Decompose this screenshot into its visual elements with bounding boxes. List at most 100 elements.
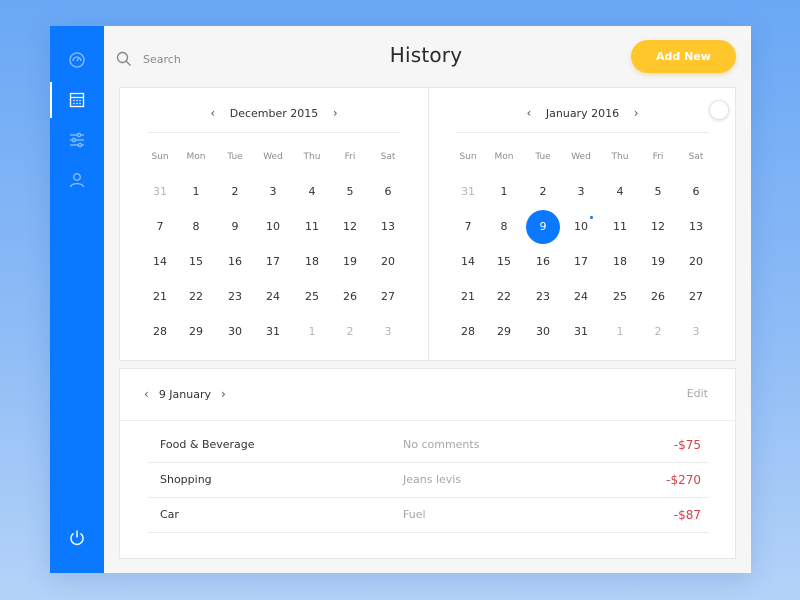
calendar-day[interactable]: 5 [333, 175, 367, 209]
calendar-day[interactable]: 16 [218, 245, 252, 279]
calendar-day[interactable]: 2 [641, 315, 675, 349]
calendar-day[interactable]: 18 [295, 245, 329, 279]
calendar-day[interactable]: 28 [143, 315, 177, 349]
transaction-note: No comments [403, 438, 480, 451]
calendar-day[interactable]: 8 [179, 210, 213, 244]
calendar-day[interactable]: 21 [143, 280, 177, 314]
calendar-day[interactable]: 26 [641, 280, 675, 314]
calendar-day[interactable]: 31 [256, 315, 290, 349]
calendar-day[interactable]: 11 [603, 210, 637, 244]
weekday-label: Wed [571, 152, 591, 162]
prev-month-button[interactable]: ‹ [522, 106, 536, 120]
next-month-button[interactable]: › [328, 106, 342, 120]
calendar-panel: ‹ December 2015 › Sun Mon Tue Wed Thu Fri Sat 3… [119, 87, 736, 361]
calendar-day[interactable]: 4 [295, 175, 329, 209]
search-input[interactable] [143, 52, 263, 66]
weekday-label: Sun [459, 152, 477, 162]
calendar-day[interactable]: 25 [295, 280, 329, 314]
calendar-day[interactable]: 14 [143, 245, 177, 279]
calendar-day[interactable]: 24 [564, 280, 598, 314]
power-button[interactable] [50, 520, 104, 556]
weekday-label: Sat [380, 152, 396, 162]
prev-day-button[interactable]: ‹ [144, 387, 149, 401]
calendar-day[interactable]: 13 [371, 210, 405, 244]
calendar-day[interactable]: 23 [526, 280, 560, 314]
sidebar-item-calculator[interactable] [50, 82, 104, 118]
calendar-day[interactable]: 20 [679, 245, 713, 279]
calendar-day[interactable]: 29 [487, 315, 521, 349]
calendar-day[interactable]: 26 [333, 280, 367, 314]
calendar-day[interactable]: 2 [333, 315, 367, 349]
calendar-day[interactable]: 4 [603, 175, 637, 209]
calendar-day[interactable]: 11 [295, 210, 329, 244]
calendar-day[interactable]: 19 [333, 245, 367, 279]
calendar-day[interactable]: 24 [256, 280, 290, 314]
calendar-day[interactable]: 19 [641, 245, 675, 279]
calendar-day[interactable]: 10 [564, 210, 598, 244]
calendar-day[interactable]: 7 [451, 210, 485, 244]
calendar-day[interactable]: 7 [143, 210, 177, 244]
next-day-button[interactable]: › [221, 387, 226, 401]
calendar-day[interactable]: 30 [218, 315, 252, 349]
calendar-day[interactable]: 8 [487, 210, 521, 244]
calendar-day[interactable]: 12 [333, 210, 367, 244]
calendar-day[interactable]: 20 [371, 245, 405, 279]
calendar-day[interactable]: 18 [603, 245, 637, 279]
calendar-day[interactable]: 22 [487, 280, 521, 314]
calendar-day[interactable]: 2 [526, 175, 560, 209]
calendar-day[interactable]: 17 [564, 245, 598, 279]
calendar-day[interactable]: 21 [451, 280, 485, 314]
calendar-day[interactable]: 3 [256, 175, 290, 209]
calendar-day[interactable]: 29 [179, 315, 213, 349]
transaction-row[interactable]: Food & Beverage No comments -$75 [148, 428, 709, 463]
calendar-day[interactable]: 1 [295, 315, 329, 349]
calendar-day[interactable]: 5 [641, 175, 675, 209]
weekday-label: Sat [688, 152, 704, 162]
calendar-day[interactable]: 27 [371, 280, 405, 314]
calendar-day[interactable]: 9 [218, 210, 252, 244]
prev-month-button[interactable]: ‹ [206, 106, 220, 120]
gauge-icon [69, 52, 85, 68]
calculator-icon [69, 92, 85, 108]
page-title: History [389, 43, 463, 67]
calendar-day[interactable]: 13 [679, 210, 713, 244]
add-new-button[interactable]: Add New [631, 40, 736, 73]
calendar-day[interactable]: 31 [451, 175, 485, 209]
calendar-day[interactable]: 2 [218, 175, 252, 209]
details-date-nav: ‹ 9 January › [144, 385, 226, 403]
calendar-day[interactable]: 25 [603, 280, 637, 314]
calendar-header: ‹ January 2016 › [429, 104, 736, 122]
calendar-day[interactable]: 28 [451, 315, 485, 349]
calendar-day[interactable]: 6 [679, 175, 713, 209]
edit-button[interactable]: Edit [687, 387, 708, 400]
sidebar-item-filters[interactable] [50, 122, 104, 158]
next-month-button[interactable]: › [629, 106, 643, 120]
weekday-label: Thu [611, 152, 629, 162]
sidebar-item-dashboard[interactable] [50, 42, 104, 78]
calendar-day-selected[interactable]: 9 [526, 210, 560, 244]
calendar-day[interactable]: 1 [487, 175, 521, 209]
transaction-row[interactable]: Car Fuel -$87 [148, 498, 709, 533]
calendar-day[interactable]: 3 [679, 315, 713, 349]
calendar-day[interactable]: 30 [526, 315, 560, 349]
calendar-day[interactable]: 23 [218, 280, 252, 314]
calendar-day[interactable]: 31 [564, 315, 598, 349]
calendar-day[interactable]: 15 [487, 245, 521, 279]
calendar-day[interactable]: 1 [179, 175, 213, 209]
calendar-day[interactable]: 3 [564, 175, 598, 209]
transaction-row[interactable]: Shopping Jeans levis -$270 [148, 463, 709, 498]
calendar-day[interactable]: 16 [526, 245, 560, 279]
calendar-day[interactable]: 10 [256, 210, 290, 244]
calendar-day[interactable]: 6 [371, 175, 405, 209]
calendar-day[interactable]: 22 [179, 280, 213, 314]
calendar-day[interactable]: 15 [179, 245, 213, 279]
calendar-day[interactable]: 27 [679, 280, 713, 314]
calendar-day[interactable]: 17 [256, 245, 290, 279]
calendar-day[interactable]: 14 [451, 245, 485, 279]
sidebar-item-profile[interactable] [50, 162, 104, 198]
calendar-day[interactable]: 31 [143, 175, 177, 209]
calendar-day[interactable]: 3 [371, 315, 405, 349]
toggle-circle[interactable] [709, 100, 729, 120]
calendar-day[interactable]: 1 [603, 315, 637, 349]
calendar-day[interactable]: 12 [641, 210, 675, 244]
